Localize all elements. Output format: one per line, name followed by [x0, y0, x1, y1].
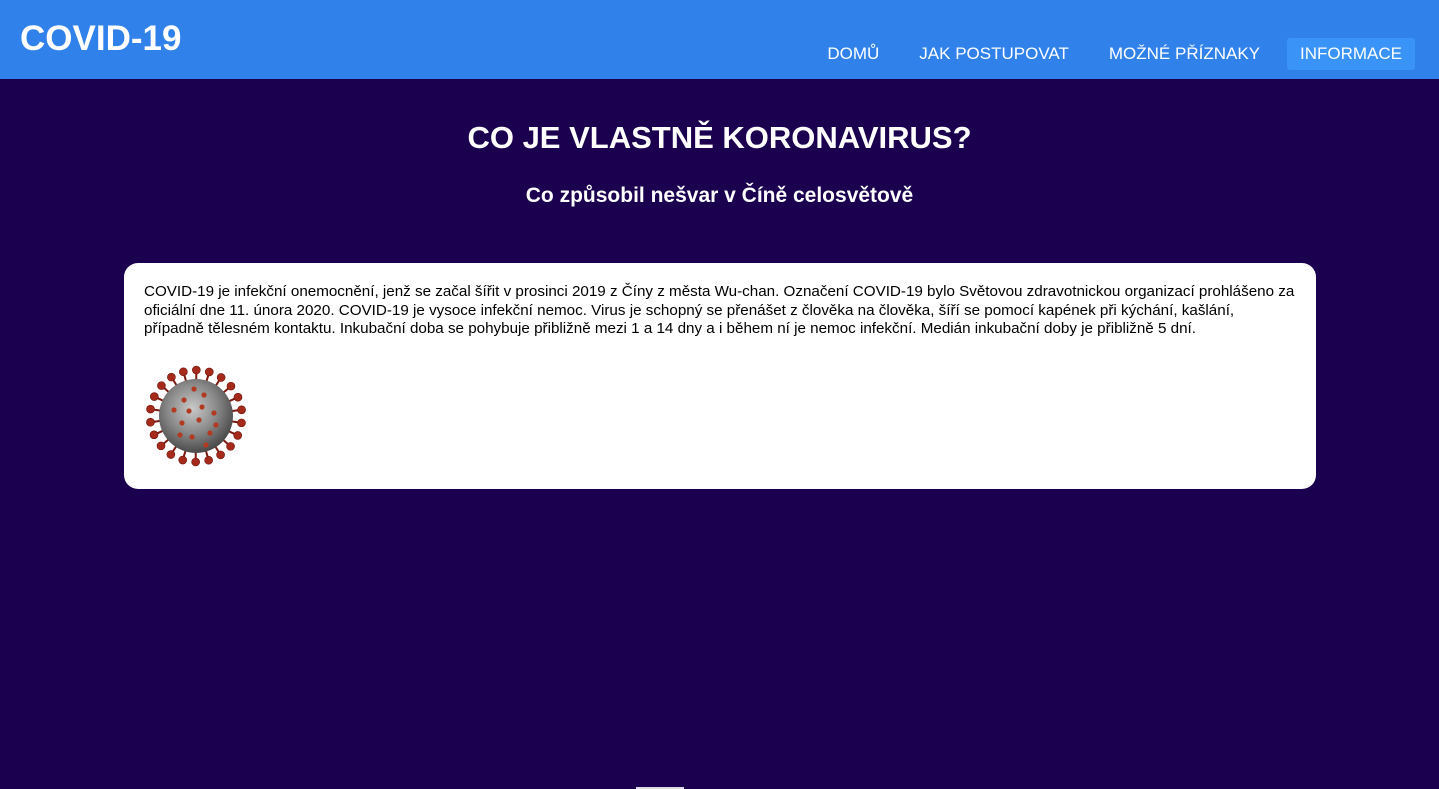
nav-item-jak-postupovat[interactable]: JAK POSTUPOVAT — [906, 38, 1082, 70]
brand-logo-text[interactable]: COVID-19 — [20, 19, 181, 59]
nav-item-domu[interactable]: DOMŮ — [814, 38, 892, 70]
nav-item-mozne-priznaky[interactable]: MOŽNÉ PŘÍZNAKY — [1096, 38, 1273, 70]
info-card: COVID-19 je infekční onemocnění, jenž se… — [124, 263, 1316, 489]
page-subtitle: Co způsobil nešvar v Číně celosvětově — [525, 184, 914, 207]
page-title: CO JE VLASTNĚ KORONAVIRUS? — [467, 120, 972, 155]
nav-item-informace[interactable]: INFORMACE — [1287, 38, 1415, 70]
coronavirus-icon — [146, 365, 246, 467]
main-navigation: DOMŮ JAK POSTUPOVAT MOŽNÉ PŘÍZNAKY INFOR… — [800, 38, 1415, 70]
info-paragraph: COVID-19 je infekční onemocnění, jenž se… — [144, 283, 1295, 337]
top-navbar: COVID-19 DOMŮ JAK POSTUPOVAT MOŽNÉ PŘÍZN… — [0, 0, 1439, 79]
